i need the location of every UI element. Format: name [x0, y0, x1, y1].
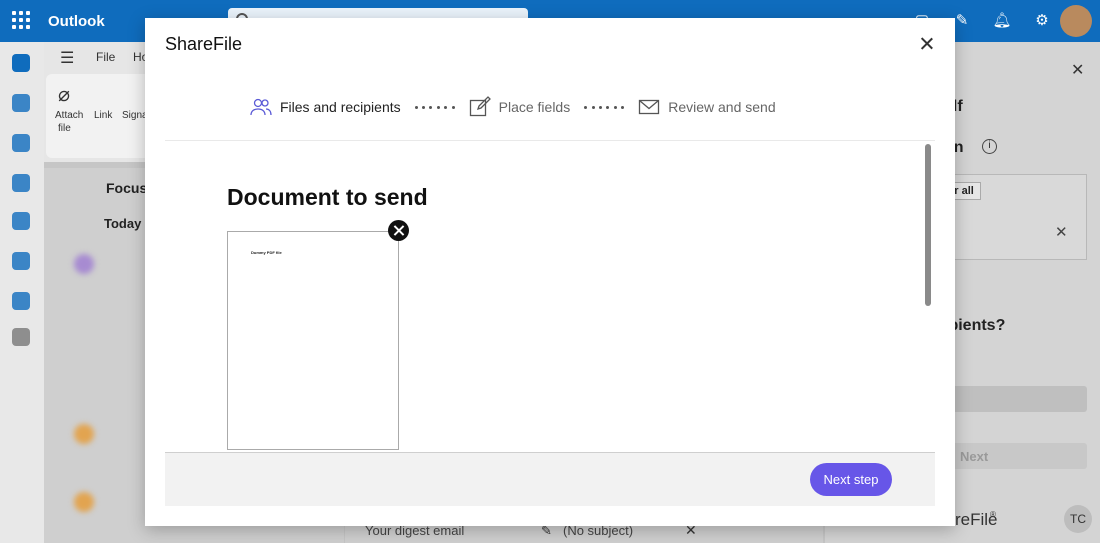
org-icon[interactable] — [12, 252, 30, 270]
mail-icon[interactable] — [12, 54, 30, 72]
remove-document-button[interactable] — [388, 220, 409, 241]
sharefile-dialog: ShareFile Files and recipients Place fie… — [145, 18, 955, 526]
mail-icon — [639, 99, 660, 115]
step-label: Files and recipients — [280, 99, 401, 115]
scrollbar[interactable] — [925, 144, 931, 306]
avatar — [74, 492, 94, 512]
paperclip-icon: ⌀ — [58, 84, 71, 106]
edit-icon — [469, 96, 491, 117]
app-launcher-icon[interactable] — [12, 11, 30, 29]
onedrive-icon[interactable] — [12, 292, 30, 310]
dialog-footer: Next step — [165, 452, 935, 506]
user-avatar[interactable]: TC — [1064, 505, 1092, 533]
step-files-and-recipients[interactable]: Files and recipients — [250, 98, 401, 116]
dialog-title: ShareFile — [165, 34, 243, 54]
step-connector — [584, 105, 625, 109]
step-label: Place fields — [498, 99, 571, 115]
people-icon[interactable] — [12, 134, 30, 152]
signature-button[interactable]: Signa — [122, 110, 148, 121]
thumbnail-text: Dummy PDF file — [251, 250, 282, 255]
info-icon[interactable]: i — [982, 139, 997, 154]
todo-icon[interactable] — [12, 174, 30, 192]
bookings-icon[interactable] — [12, 212, 30, 230]
tab-file[interactable]: File — [96, 50, 115, 64]
hamburger-icon[interactable]: ☰ — [60, 48, 74, 68]
registered-mark: ® — [990, 510, 996, 519]
close-icon[interactable] — [917, 34, 937, 54]
notes-icon[interactable]: ✎ — [952, 11, 972, 31]
apps-icon[interactable] — [12, 328, 30, 346]
section-heading: Document to send — [227, 184, 428, 210]
group-today[interactable]: Today — [104, 216, 141, 231]
remove-icon[interactable]: ✕ — [1055, 223, 1068, 241]
link-button[interactable]: Link — [94, 110, 112, 121]
people-icon — [250, 98, 272, 116]
close-icon[interactable]: ✕ — [1071, 60, 1084, 80]
left-rail — [0, 42, 44, 543]
avatar[interactable] — [1060, 5, 1092, 37]
attach-file-label: file — [58, 123, 71, 134]
divider — [165, 140, 935, 141]
calendar-icon[interactable] — [12, 94, 30, 112]
attach-file-button[interactable]: Attach — [55, 110, 83, 121]
gear-icon[interactable]: ⚙ — [1032, 11, 1052, 31]
step-connector — [414, 105, 455, 109]
avatar — [74, 254, 94, 274]
bell-icon[interactable]: 🔔︎ — [992, 11, 1012, 31]
document-thumbnail[interactable]: Dummy PDF file — [227, 231, 399, 450]
step-review-and-send[interactable]: Review and send — [638, 99, 776, 115]
step-indicator: Files and recipients Place fields Review… — [250, 94, 776, 120]
step-label: Review and send — [668, 99, 776, 115]
next-step-button[interactable]: Next step — [810, 463, 892, 496]
avatar — [74, 424, 94, 444]
ribbon-group: ⌀ Attach file Link Signa — [46, 74, 156, 158]
app-name: Outlook — [48, 13, 105, 30]
step-place-fields[interactable]: Place fields — [469, 96, 571, 118]
